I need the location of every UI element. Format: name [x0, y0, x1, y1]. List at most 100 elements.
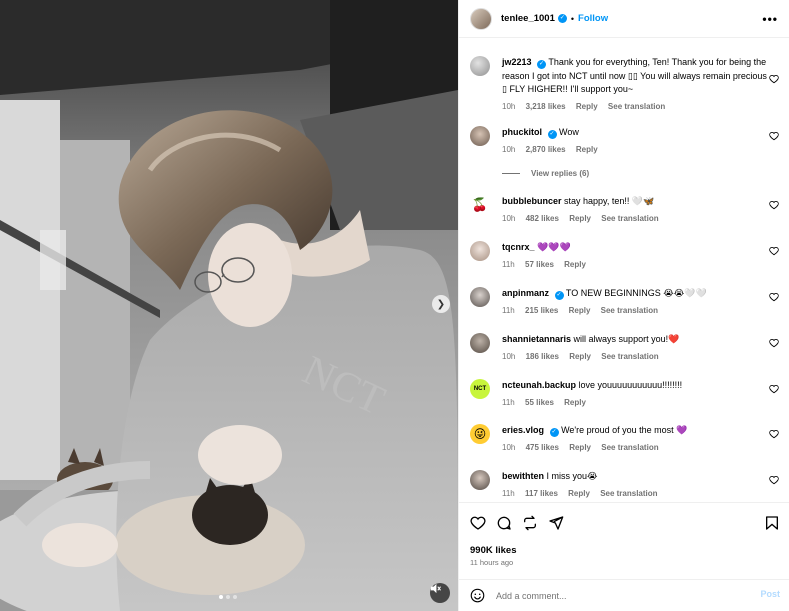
action-bar [470, 515, 780, 533]
post-actions: 990K likes 11 hours ago Post [459, 502, 789, 610]
comment-like-heart-icon[interactable] [769, 131, 779, 141]
comment-icon[interactable] [496, 515, 512, 531]
chevron-right-icon: ❯ [436, 298, 446, 310]
comment-likes[interactable]: 55 likes [525, 398, 554, 407]
comment-avatar[interactable] [470, 470, 490, 490]
comment-time[interactable]: 10h [502, 352, 515, 361]
reply-button[interactable]: Reply [564, 260, 586, 269]
comment-like-heart-icon[interactable] [769, 429, 779, 439]
comment-avatar[interactable] [470, 287, 490, 307]
reply-button[interactable]: Reply [569, 352, 591, 361]
comment-text: We're proud of you the most 💜 [561, 425, 688, 435]
post-comment-button[interactable]: Post [760, 589, 780, 599]
comment-username[interactable]: bubblebuncer [502, 196, 562, 206]
verified-icon: ✓ [547, 130, 557, 139]
comment-likes[interactable]: 3,218 likes [526, 102, 566, 111]
share-icon[interactable] [522, 515, 538, 531]
carousel-dot [226, 595, 230, 599]
comment-like-heart-icon[interactable] [769, 475, 779, 485]
comment-username[interactable]: bewithten [502, 471, 544, 481]
comment-input[interactable] [496, 588, 746, 603]
emoji-icon[interactable] [470, 588, 485, 603]
see-translation-button[interactable]: See translation [608, 102, 665, 111]
post-media[interactable]: NCT ❯ [0, 0, 458, 611]
comment-text: I miss you😭 [546, 471, 598, 481]
heart-icon[interactable] [470, 515, 486, 531]
reply-button[interactable]: Reply [576, 102, 598, 111]
mute-button[interactable] [430, 583, 450, 603]
comment-avatar[interactable]: NCT [470, 379, 490, 399]
comment-text: will always support you!❤️ [573, 334, 680, 344]
mute-icon [430, 583, 441, 594]
comments-list[interactable]: jw2213 ✓ Thank you for everything, Ten! … [459, 38, 789, 502]
reply-button[interactable]: Reply [569, 214, 591, 223]
comment-likes[interactable]: 215 likes [525, 306, 558, 315]
carousel-next-button[interactable]: ❯ [432, 295, 450, 313]
reply-button[interactable]: Reply [576, 145, 598, 154]
bookmark-icon[interactable] [764, 515, 780, 531]
comment-like-heart-icon[interactable] [769, 200, 779, 210]
comment-username[interactable]: jw2213 [502, 57, 532, 67]
view-replies-button[interactable]: View replies (6) [502, 169, 589, 178]
comment-likes[interactable]: 57 likes [525, 260, 554, 269]
comment-time[interactable]: 10h [502, 443, 515, 452]
comment-avatar[interactable]: 🍒 [470, 195, 490, 215]
post-likes[interactable]: 990K likes [470, 545, 516, 556]
post-side-panel: tenlee_1001 ✓ • Follow ••• jw2213 ✓ Than… [458, 0, 789, 611]
comment-like-heart-icon[interactable] [769, 338, 779, 348]
comment-likes[interactable]: 2,870 likes [526, 145, 566, 154]
send-icon[interactable] [548, 515, 564, 531]
more-options-icon[interactable]: ••• [762, 12, 778, 26]
carousel-dot [233, 595, 237, 599]
comment-username[interactable]: tqcnrx_ [502, 242, 535, 252]
comment-username[interactable]: shannietannaris [502, 334, 571, 344]
author-avatar[interactable] [470, 7, 492, 30]
comment-text: love youuuuuuuuuuu!!!!!!!! [578, 380, 683, 390]
follow-button[interactable]: Follow [578, 13, 608, 24]
see-translation-button[interactable]: See translation [600, 489, 657, 498]
comment-avatar[interactable] [470, 333, 490, 353]
comment-like-heart-icon[interactable] [769, 74, 779, 84]
comment-username[interactable]: ncteunah.backup [502, 380, 576, 390]
comment-like-heart-icon[interactable] [769, 292, 779, 302]
see-translation-button[interactable]: See translation [601, 443, 658, 452]
verified-icon: ✓ [549, 428, 559, 437]
comment-time[interactable]: 11h [502, 306, 515, 315]
post-timestamp[interactable]: 11 hours ago [470, 558, 513, 567]
comment-time[interactable]: 11h [502, 260, 515, 269]
comment-likes[interactable]: 475 likes [526, 443, 559, 452]
see-translation-button[interactable]: See translation [601, 352, 658, 361]
author-username[interactable]: tenlee_1001 [501, 13, 555, 24]
comment-text: 💜💜💜 [537, 242, 571, 252]
comment-time[interactable]: 11h [502, 489, 515, 498]
comment-like-heart-icon[interactable] [769, 246, 779, 256]
comment-time[interactable]: 10h [502, 145, 515, 154]
reply-button[interactable]: Reply [569, 306, 591, 315]
comment-time[interactable]: 10h [502, 102, 515, 111]
verified-icon: ✓ [554, 291, 564, 300]
see-translation-button[interactable]: See translation [601, 306, 658, 315]
comment-time[interactable]: 10h [502, 214, 515, 223]
add-comment-bar: Post [459, 579, 789, 611]
comment-like-heart-icon[interactable] [769, 384, 779, 394]
comment-avatar[interactable] [470, 241, 490, 261]
see-translation-button[interactable]: See translation [601, 214, 658, 223]
comment-text: TO NEW BEGINNINGS 😭😭🤍🤍 [565, 288, 707, 298]
comment-username[interactable]: phuckitol [502, 127, 542, 137]
comment-likes[interactable]: 117 likes [525, 489, 558, 498]
comment-avatar[interactable] [470, 56, 490, 76]
comment-time[interactable]: 11h [502, 398, 515, 407]
replies-divider [502, 173, 520, 174]
verified-icon: ✓ [537, 60, 547, 69]
comment-avatar[interactable] [470, 126, 490, 146]
comment-likes[interactable]: 186 likes [526, 352, 559, 361]
comment-username[interactable]: anpinmanz [502, 288, 549, 298]
comment-username[interactable]: eries.vlog [502, 425, 544, 435]
verified-icon: ✓ [557, 14, 567, 23]
reply-button[interactable]: Reply [568, 489, 590, 498]
reply-button[interactable]: Reply [569, 443, 591, 452]
reply-button[interactable]: Reply [564, 398, 586, 407]
comment-likes[interactable]: 482 likes [526, 214, 559, 223]
comment-avatar[interactable]: 😜 [470, 424, 490, 444]
post-photo: NCT [0, 0, 458, 611]
